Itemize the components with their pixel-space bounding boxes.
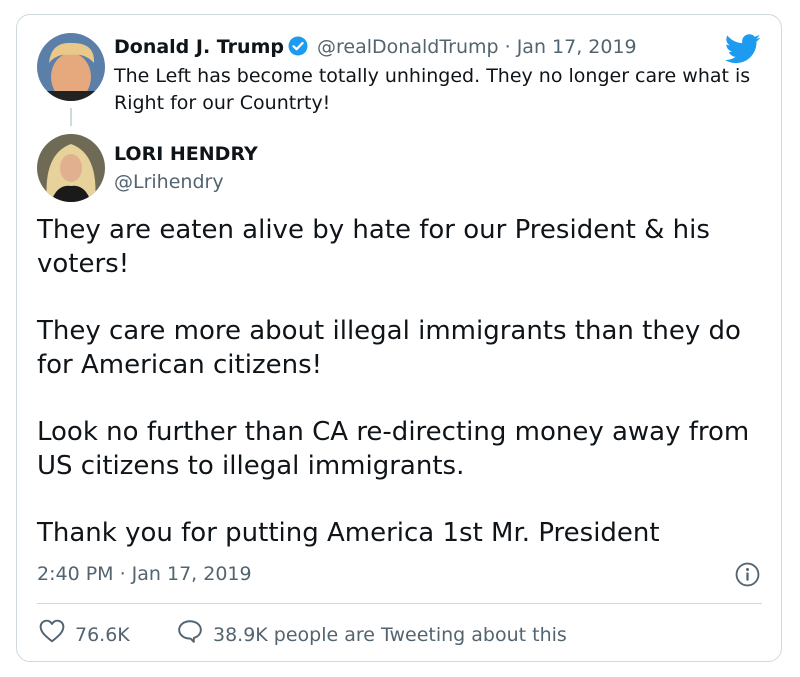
quoted-author-handle[interactable]: @realDonaldTrump bbox=[317, 36, 499, 58]
main-author-handle[interactable]: @Lrihendry bbox=[114, 169, 224, 195]
tweet-body: They are eaten alive by hate for our Pre… bbox=[37, 213, 767, 583]
like-button[interactable]: 76.6K bbox=[39, 619, 130, 650]
main-author-avatar[interactable] bbox=[37, 134, 105, 202]
verified-badge-icon bbox=[288, 36, 308, 63]
tweet-embed-card: Donald J. Trump @realDonaldTrump · Jan 1… bbox=[16, 14, 782, 662]
tweet-paragraph: They are eaten alive by hate for our Pre… bbox=[37, 215, 710, 279]
tweet-paragraph: They care more about illegal immigrants … bbox=[37, 316, 741, 380]
tweet-paragraph: Thank you for putting America 1st Mr. Pr… bbox=[37, 518, 660, 548]
quoted-tweet-date[interactable]: Jan 17, 2019 bbox=[517, 36, 637, 58]
quoted-author-avatar[interactable] bbox=[37, 33, 105, 101]
tweet-paragraph: Look no further than CA re-directing mon… bbox=[37, 417, 750, 481]
conversation-count: 38.9K people are Tweeting about this bbox=[213, 623, 567, 646]
twitter-bird-icon[interactable] bbox=[724, 34, 761, 68]
thread-connector-line bbox=[70, 108, 72, 126]
info-icon[interactable] bbox=[735, 562, 760, 591]
main-author-name[interactable]: LORI HENDRY bbox=[114, 141, 258, 167]
like-count: 76.6K bbox=[75, 623, 130, 646]
quoted-author-name[interactable]: Donald J. Trump bbox=[114, 36, 284, 58]
action-divider bbox=[37, 603, 762, 604]
tweet-timestamp[interactable]: 2:40 PM · Jan 17, 2019 bbox=[37, 561, 252, 587]
conversation-button[interactable]: 38.9K people are Tweeting about this bbox=[177, 619, 567, 650]
header-separator: · bbox=[504, 36, 511, 58]
quoted-tweet-header: Donald J. Trump @realDonaldTrump · Jan 1… bbox=[114, 34, 637, 63]
quoted-tweet-text: The Left has become totally unhinged. Th… bbox=[114, 65, 751, 114]
heart-icon bbox=[39, 619, 75, 650]
speech-bubble-icon bbox=[177, 619, 213, 650]
